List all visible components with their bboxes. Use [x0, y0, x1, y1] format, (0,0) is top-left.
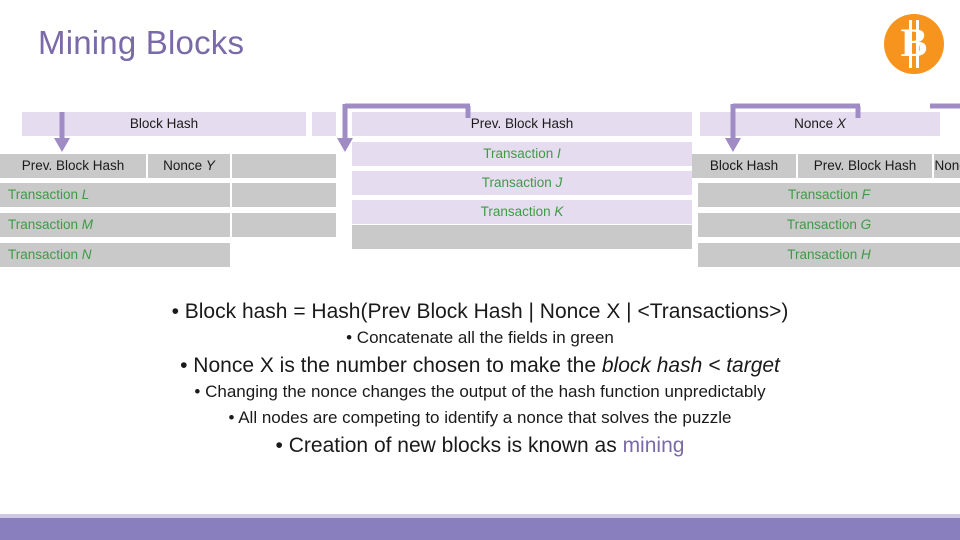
bullet-block-hash-formula: • Block hash = Hash(Prev Block Hash | No… [171, 300, 789, 323]
arrow-left-head [54, 138, 70, 152]
bullet-creation-mining: • Creation of new blocks is known as min… [0, 434, 960, 458]
bullet-creation-pre: • Creation of new blocks is known as [275, 434, 623, 457]
bullet-nonce-x-emphasis: block hash < target [601, 354, 780, 377]
bullet-list: • Block hash = Hash(Prev Block Hash | No… [0, 300, 960, 462]
bullet-nonce-x-pre: • Nonce X is the number chosen to make t… [180, 354, 602, 377]
bullet-changing-nonce: • Changing the nonce changes the output … [194, 382, 766, 401]
arrow-middle-head [337, 138, 353, 152]
bullet-all-nodes: • All nodes are competing to identify a … [228, 408, 732, 427]
bullet-mining-term: mining [622, 434, 685, 457]
footer-band [0, 518, 960, 540]
block-diagram: Block Hash Prev. Block Hash Nonce Y Tran… [0, 0, 960, 285]
bullet-nonce-x: • Nonce X is the number chosen to make t… [0, 354, 960, 378]
bullet-concatenate: • Concatenate all the fields in green [346, 328, 614, 347]
arrow-connectors [54, 103, 960, 152]
arrow-right-head [725, 138, 741, 152]
